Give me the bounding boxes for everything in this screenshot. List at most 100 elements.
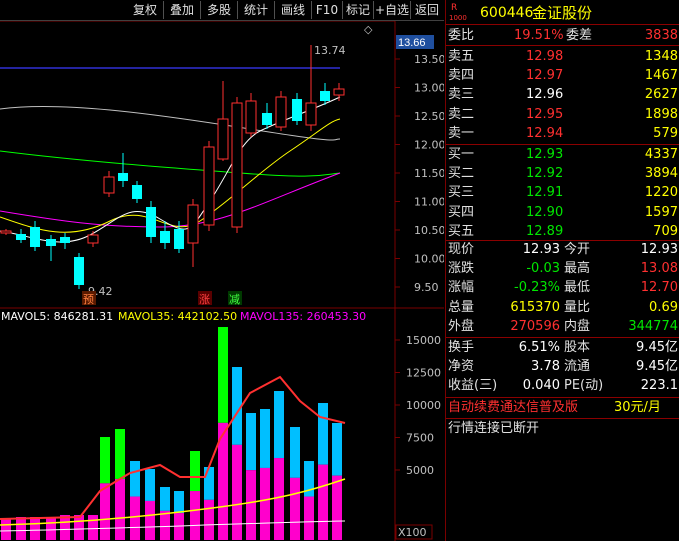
stat-value: -0.23% bbox=[514, 280, 560, 296]
ask-row: 卖二 12.95 1898 bbox=[446, 105, 679, 124]
ma60-line bbox=[0, 150, 341, 177]
fund-row: 净资 3.78 流通 9.45亿 bbox=[446, 357, 679, 376]
volume-bar-top bbox=[246, 413, 256, 471]
promo-link[interactable]: 自动续费通达信普及版 bbox=[448, 398, 578, 417]
volume-bar bbox=[16, 517, 26, 540]
ask-row: 卖五 12.98 1348 bbox=[446, 47, 679, 66]
candle-body bbox=[262, 113, 272, 125]
fund-row: 收益(三) 0.040 PE(动) 223.1 bbox=[446, 376, 679, 395]
bid-price: 12.89 bbox=[526, 223, 564, 239]
menu-diamond-icon[interactable]: ◇ bbox=[364, 23, 373, 36]
bid-row: 买四 12.90 1597 bbox=[446, 203, 679, 222]
volume-bar-top bbox=[100, 437, 110, 484]
volume-axis-tick: 5000 bbox=[406, 464, 434, 477]
candle-body bbox=[292, 99, 302, 121]
candle-body bbox=[103, 176, 115, 194]
candle-body bbox=[320, 91, 330, 101]
volume-axis-tick: 12500 bbox=[406, 367, 441, 380]
fund-label: PE(动) bbox=[564, 378, 604, 394]
ask-row: 卖一 12.94 579 bbox=[446, 124, 679, 143]
price-axis-tick: 11.00 bbox=[414, 196, 444, 209]
candle-body bbox=[231, 102, 243, 228]
volume-bar bbox=[88, 515, 98, 540]
bid-row: 买三 12.91 1220 bbox=[446, 183, 679, 202]
bid-label: 买一 bbox=[448, 147, 475, 162]
ask-label: 卖四 bbox=[448, 68, 475, 84]
volume-bar-top bbox=[190, 451, 200, 492]
kline-chart[interactable]: 13.74 9.42 ◇ 预 涨 减 13.66 13.5013.0012.50… bbox=[0, 21, 444, 541]
fund-label: 流通 bbox=[564, 359, 591, 375]
stat-label: 外盘 bbox=[448, 318, 475, 334]
volume-bar bbox=[46, 517, 56, 540]
volume-bar bbox=[74, 515, 84, 540]
price-axis-tick: 12.00 bbox=[414, 139, 444, 152]
back-button[interactable]: 返回 bbox=[411, 1, 443, 19]
stat-value: 270596 bbox=[510, 318, 560, 334]
stat-row: 总量 615370 量比 0.69 bbox=[446, 298, 679, 317]
mavol5-label: MAVOL5: 846281.31 bbox=[1, 310, 113, 323]
fund-value: 0.040 bbox=[522, 378, 560, 394]
volume-bar bbox=[304, 496, 314, 540]
reduce-tag[interactable]: 减 bbox=[229, 293, 240, 306]
fund-label: 收益(三) bbox=[448, 378, 498, 394]
candle-body bbox=[174, 229, 184, 249]
candle-body bbox=[217, 118, 229, 160]
stat-label: 现价 bbox=[448, 242, 475, 257]
volume-axis-tick: 10000 bbox=[406, 399, 441, 412]
overlay-button[interactable]: 叠加 bbox=[164, 1, 201, 19]
candle-body bbox=[305, 102, 317, 126]
volume-unit: X100 bbox=[398, 526, 427, 539]
price-axis-tick: 10.50 bbox=[414, 224, 444, 237]
f10-button[interactable]: F10 bbox=[312, 1, 343, 19]
volume-bar bbox=[274, 458, 284, 540]
volume-bar bbox=[115, 478, 125, 540]
volume-bar bbox=[246, 470, 256, 540]
multi-stock-button[interactable]: 多股 bbox=[201, 1, 238, 19]
volume-bar-top bbox=[218, 327, 228, 423]
bid-label: 买二 bbox=[448, 166, 475, 182]
ask-volume: 2627 bbox=[644, 87, 678, 103]
stat-label: 量比 bbox=[564, 299, 591, 315]
volume-bar-top bbox=[115, 429, 125, 479]
volume-bar-top bbox=[260, 409, 270, 468]
bid-label: 买五 bbox=[448, 223, 475, 239]
stat-label: 内盘 bbox=[564, 318, 591, 334]
fund-value: 3.78 bbox=[531, 359, 560, 375]
stat-label: 涨跌 bbox=[448, 261, 475, 277]
candle-body bbox=[74, 257, 84, 285]
statistics-button[interactable]: 统计 bbox=[238, 1, 275, 19]
weicha-value: 3838 bbox=[644, 28, 678, 43]
candle-body bbox=[30, 227, 40, 247]
bid-volume: 709 bbox=[653, 223, 678, 239]
mark-button[interactable]: 标记 bbox=[343, 1, 374, 19]
quote-panel: R 1000 600446 金证股份 委比 19.51% 委差 3838 卖五 1… bbox=[445, 0, 679, 541]
high-price-label: 13.74 bbox=[314, 44, 346, 57]
ask-price: 12.96 bbox=[526, 87, 564, 103]
candle-body bbox=[0, 230, 12, 234]
ma5-line bbox=[0, 96, 341, 243]
add-favorite-button[interactable]: +自选 bbox=[374, 1, 411, 19]
volume-bar-top bbox=[318, 403, 328, 465]
volume-bar-top bbox=[204, 467, 214, 500]
promo-price[interactable]: 30元/月 bbox=[614, 398, 661, 417]
restore-rights-button[interactable]: 复权 bbox=[127, 1, 164, 19]
stock-name: 金证股份 bbox=[532, 4, 593, 22]
stat-value: 12.70 bbox=[640, 280, 678, 296]
forecast-tag[interactable]: 预 bbox=[83, 293, 94, 306]
bid-price: 12.90 bbox=[526, 204, 564, 220]
stat-value: 344774 bbox=[628, 318, 678, 334]
rise-tag[interactable]: 涨 bbox=[199, 293, 210, 306]
stat-row: 涨幅 -0.23% 最低 12.70 bbox=[446, 278, 679, 297]
candle-body bbox=[333, 88, 345, 96]
ask-price: 12.97 bbox=[526, 68, 564, 84]
volume-bar bbox=[332, 475, 342, 540]
volume-bar bbox=[130, 496, 140, 540]
fund-row: 换手 6.51% 股本 9.45亿 bbox=[446, 338, 679, 357]
stock-code: 600446 bbox=[480, 5, 534, 21]
draw-line-button[interactable]: 画线 bbox=[275, 1, 312, 19]
mavol35-label: MAVOL35: 442102.50 bbox=[118, 310, 237, 323]
price-axis-tick: 13.50 bbox=[414, 53, 444, 66]
weicha-label: 委差 bbox=[566, 28, 593, 43]
bid-row: 买二 12.92 3894 bbox=[446, 164, 679, 183]
candle-body bbox=[203, 146, 215, 226]
